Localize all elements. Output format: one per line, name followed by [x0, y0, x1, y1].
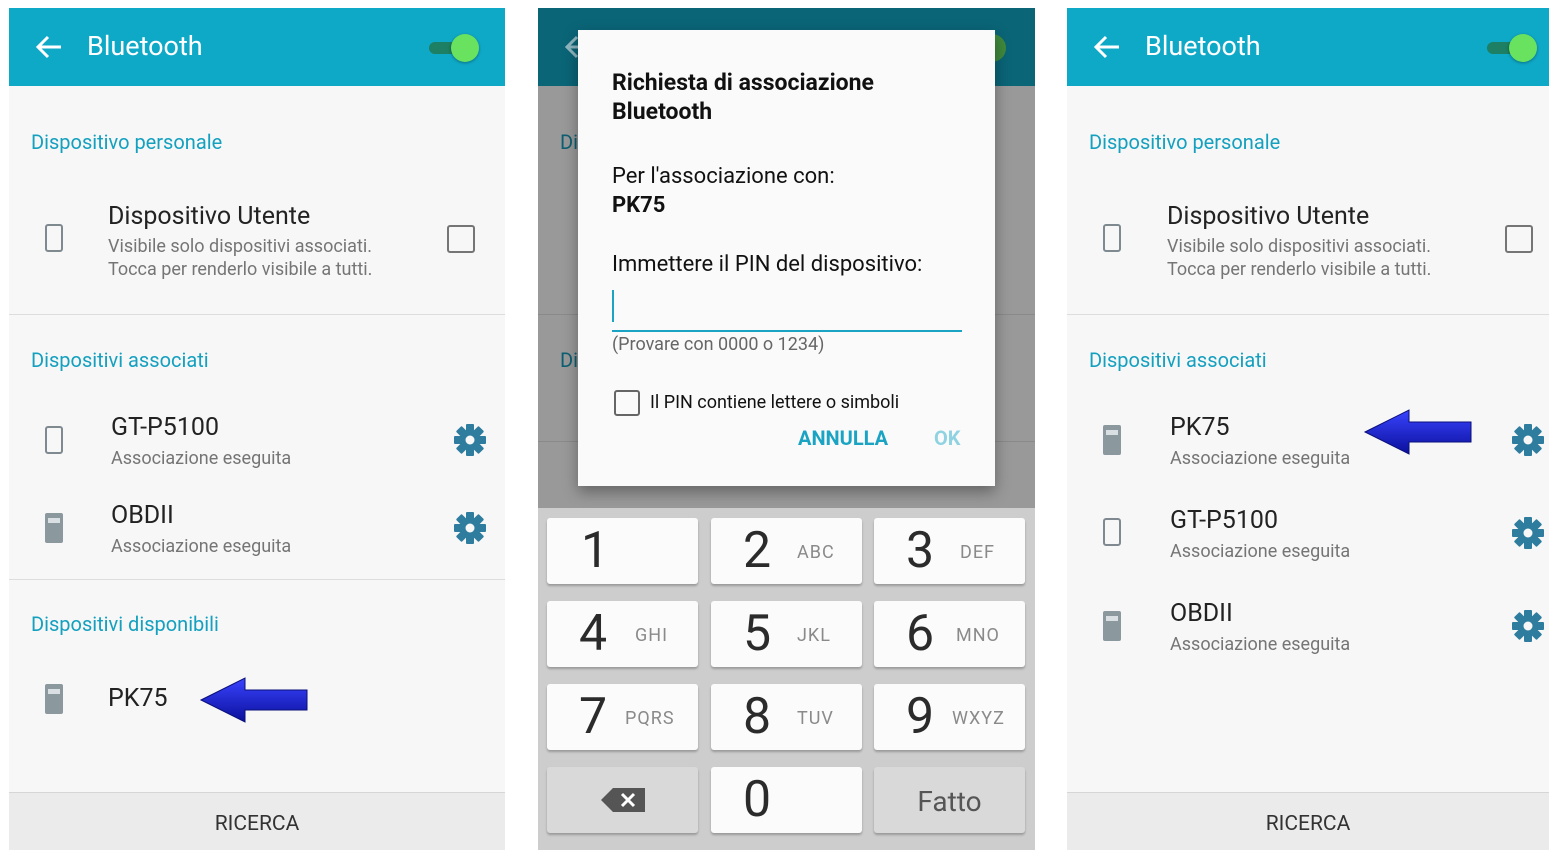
device-filled-icon: [1103, 611, 1121, 641]
pin-input[interactable]: [612, 286, 962, 332]
device-name: PK75: [1170, 413, 1230, 442]
pin-hint: (Provare con 0000 o 1234): [612, 334, 825, 355]
device-status: Associazione eseguita: [111, 448, 292, 469]
key-7[interactable]: 7 PQRS: [547, 684, 698, 750]
personal-device-name: Dispositivo Utente: [108, 202, 311, 231]
app-bar: Bluetooth: [1067, 8, 1549, 86]
divider: [9, 314, 505, 315]
phone-outline-icon: [1103, 518, 1121, 546]
numeric-keypad: 1 2 ABC 3 DEF 4 GHI 5 JKL 6 MNO 7 PQRS 8 TUV 9W…: [538, 508, 1035, 850]
personal-device-name: Dispositivo Utente: [1167, 202, 1370, 231]
scan-button-label: RICERCA: [214, 812, 300, 836]
divider: [9, 579, 505, 580]
device-filled-icon: [1103, 425, 1121, 455]
pair-device-name: PK75: [612, 193, 666, 218]
dimmed-section-label: Di: [560, 130, 578, 154]
phone-outline-icon: [45, 224, 63, 252]
settings-gear-icon[interactable]: [1511, 516, 1545, 550]
visibility-checkbox[interactable]: [447, 225, 475, 253]
visibility-line-2: Tocca per renderlo visibile a tutti.: [1167, 259, 1432, 280]
dialog-title: Richiesta di associazione Bluetooth: [612, 69, 874, 125]
back-arrow-icon[interactable]: [1093, 32, 1121, 62]
device-status: Associazione eseguita: [1170, 448, 1351, 469]
bluetooth-toggle[interactable]: [1487, 34, 1537, 62]
pointer-arrow-icon: [1363, 409, 1472, 455]
settings-gear-icon[interactable]: [453, 511, 487, 545]
cancel-button[interactable]: ANNULLA: [798, 426, 888, 450]
device-status: Associazione eseguita: [1170, 541, 1351, 562]
device-name: GT-P5100: [1170, 506, 1278, 535]
visibility-line-2: Tocca per renderlo visibile a tutti.: [108, 259, 373, 280]
device-name: GT-P5100: [111, 413, 219, 442]
device-name: OBDII: [1170, 599, 1233, 628]
phone-outline-icon: [45, 426, 63, 454]
pair-with-label: Per l'associazione con:: [612, 164, 835, 189]
backspace-key[interactable]: [547, 767, 698, 833]
settings-gear-icon[interactable]: [453, 423, 487, 457]
pin-prompt: Immettere il PIN del dispositivo:: [612, 252, 923, 277]
bluetooth-screen-after: Bluetooth Dispositivo personale Disposit…: [1067, 8, 1549, 850]
device-name: PK75: [108, 684, 168, 713]
pin-letters-label: Il PIN contiene lettere o simboli: [650, 392, 900, 412]
ok-button[interactable]: OK: [934, 426, 961, 450]
page-title: Bluetooth: [87, 30, 203, 62]
section-paired-devices: Dispositivi associati: [31, 348, 209, 372]
divider: [1067, 314, 1549, 315]
done-key-label: Fatto: [917, 785, 982, 818]
pairing-request-screen: Di Di Richiesta di associazione Bluetoot…: [538, 8, 1035, 850]
page-title: Bluetooth: [1145, 30, 1261, 62]
device-status: Associazione eseguita: [1170, 634, 1351, 655]
key-5[interactable]: 5 JKL: [711, 601, 862, 667]
scan-button[interactable]: RICERCA: [1067, 792, 1549, 850]
section-personal-device: Dispositivo personale: [31, 130, 223, 154]
key-0[interactable]: 0: [711, 767, 862, 833]
key-4[interactable]: 4 GHI: [547, 601, 698, 667]
scan-button-label: RICERCA: [1265, 812, 1351, 836]
device-status: Associazione eseguita: [111, 536, 292, 557]
key-9[interactable]: 9 WXYZ: [874, 684, 1025, 750]
key-1[interactable]: 1: [547, 518, 698, 584]
pairing-dialog: Richiesta di associazione Bluetooth Per …: [578, 30, 995, 486]
app-bar: Bluetooth: [9, 8, 505, 86]
pointer-arrow-icon: [199, 677, 308, 723]
back-arrow-icon[interactable]: [35, 32, 63, 62]
pin-letters-checkbox[interactable]: [614, 390, 640, 416]
section-paired-devices: Dispositivi associati: [1089, 348, 1267, 372]
bluetooth-toggle[interactable]: [429, 34, 479, 62]
scan-button[interactable]: RICERCA: [9, 792, 505, 850]
done-key[interactable]: Fatto: [874, 767, 1025, 833]
device-name: OBDII: [111, 501, 174, 530]
visibility-line-1: Visibile solo dispositivi associati.: [1167, 236, 1431, 257]
device-filled-icon: [45, 684, 63, 714]
visibility-line-1: Visibile solo dispositivi associati.: [108, 236, 372, 257]
key-3[interactable]: 3 DEF: [874, 518, 1025, 584]
bluetooth-screen-before: Bluetooth Dispositivo personale Disposit…: [9, 8, 505, 850]
dimmed-section-label: Di: [560, 348, 578, 372]
section-available-devices: Dispositivi disponibili: [31, 612, 219, 636]
key-6[interactable]: 6 MNO: [874, 601, 1025, 667]
phone-outline-icon: [1103, 224, 1121, 252]
backspace-icon: [601, 788, 645, 812]
device-filled-icon: [45, 513, 63, 543]
key-2[interactable]: 2 ABC: [711, 518, 862, 584]
key-8[interactable]: 8 TUV: [711, 684, 862, 750]
settings-gear-icon[interactable]: [1511, 423, 1545, 457]
settings-gear-icon[interactable]: [1511, 609, 1545, 643]
text-caret: [612, 290, 614, 322]
visibility-checkbox[interactable]: [1505, 225, 1533, 253]
section-personal-device: Dispositivo personale: [1089, 130, 1281, 154]
